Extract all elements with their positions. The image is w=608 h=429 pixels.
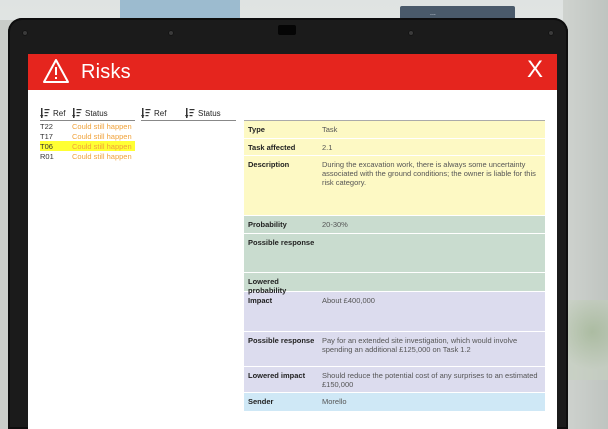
camera-icon (278, 25, 296, 35)
status-header-label: Status (85, 108, 108, 118)
detail-row-lowered-impact: Lowered impact Should reduce the potenti… (244, 367, 545, 393)
list-header: Ref Status (141, 106, 236, 121)
detail-label: Possible response (248, 336, 315, 345)
detail-row-task-affected: Task affected 2.1 (244, 139, 545, 156)
list-item[interactable]: R01 Could still happen (40, 151, 135, 161)
detail-label: Sender (248, 397, 274, 406)
bolt-icon (408, 30, 414, 36)
risk-ref: T22 (40, 121, 53, 131)
detail-label: Impact (248, 296, 273, 305)
detail-value: Should reduce the potential cost of any … (322, 371, 538, 389)
risk-ref: T17 (40, 131, 53, 141)
sort-icon (72, 108, 82, 118)
risk-list-left: Ref Status T22 Could still happen T17 Co… (40, 106, 135, 161)
detail-row-possible-response-2: Possible response Pay for an extended si… (244, 332, 545, 367)
detail-label: Lowered impact (248, 371, 306, 380)
detail-label: Task affected (248, 143, 296, 152)
dialog-title: Risks (81, 61, 131, 83)
sort-by-status-button[interactable]: Status (72, 108, 108, 118)
detail-value: 20-30% (322, 220, 348, 229)
detail-label: Probability (248, 220, 287, 229)
detail-row-description: Description During the excavation work, … (244, 156, 545, 216)
risk-status: Could still happen (72, 121, 132, 131)
bolt-icon (168, 30, 174, 36)
risk-status: Could still happen (72, 131, 132, 141)
detail-value: Pay for an extended site investigation, … (322, 336, 518, 354)
sort-icon (141, 108, 151, 118)
warning-icon (43, 59, 69, 83)
sort-icon (40, 108, 50, 118)
risk-ref: T06 (40, 141, 53, 151)
detail-row-possible-response: Possible response (244, 234, 545, 273)
bolt-icon (548, 30, 554, 36)
detail-value: During the excavation work, there is alw… (322, 160, 536, 187)
detail-value: Task (322, 125, 338, 134)
detail-row-type: Type Task (244, 121, 545, 139)
sort-by-ref-button[interactable]: Ref (40, 108, 72, 118)
tablet-frame: Risks X Ref Status T22 Could still happe… (8, 18, 568, 429)
detail-value: Morello (322, 397, 347, 406)
sort-by-status-button[interactable]: Status (185, 108, 221, 118)
risk-status: Could still happen (72, 141, 132, 151)
sort-icon (185, 108, 195, 118)
risks-dialog: Risks X Ref Status T22 Could still happe… (28, 54, 557, 429)
risk-detail-table: Type Task Task affected 2.1 Description … (244, 120, 545, 412)
list-item-selected[interactable]: T06 Could still happen (40, 141, 135, 151)
detail-value (322, 234, 545, 272)
ref-header-label: Ref (154, 108, 167, 118)
detail-value: About £400,000 (322, 296, 375, 305)
detail-label: Description (248, 160, 290, 169)
list-item[interactable]: T22 Could still happen (40, 121, 135, 131)
list-rows: T22 Could still happen T17 Could still h… (40, 121, 135, 161)
detail-label: Type (248, 125, 265, 134)
detail-row-sender: Sender Morello (244, 393, 545, 412)
ref-header-label: Ref (53, 108, 66, 118)
list-header: Ref Status (40, 106, 135, 121)
detail-row-lowered-probability: Lowered probability (244, 273, 545, 295)
background-plant (568, 300, 608, 380)
detail-value: 2.1 (322, 143, 333, 152)
bolt-icon (22, 30, 28, 36)
detail-row-impact: Impact About £400,000 (244, 292, 545, 332)
sort-by-ref-button[interactable]: Ref (141, 108, 173, 118)
status-header-label: Status (198, 108, 221, 118)
detail-value (322, 273, 545, 291)
close-button[interactable]: X (523, 58, 547, 82)
risk-list-right: Ref Status (141, 106, 236, 121)
dialog-titlebar: Risks X (28, 54, 557, 90)
detail-label: Possible response (248, 238, 315, 247)
risk-status: Could still happen (72, 151, 132, 161)
risk-ref: R01 (40, 151, 54, 161)
detail-row-probability: Probability 20-30% (244, 216, 545, 234)
list-item[interactable]: T17 Could still happen (40, 131, 135, 141)
detail-label: Lowered probability (248, 277, 287, 295)
